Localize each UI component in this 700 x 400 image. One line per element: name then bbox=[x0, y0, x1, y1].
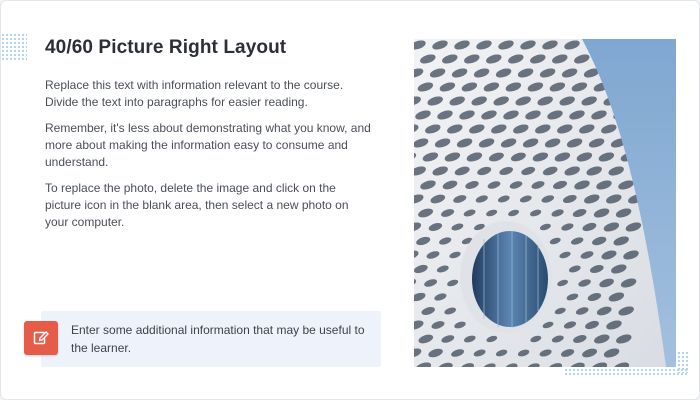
decorative-dot-pattern bbox=[1, 33, 27, 61]
edit-icon bbox=[24, 321, 58, 355]
building-facade-photo[interactable] bbox=[414, 39, 676, 367]
slide-card: 40/60 Picture Right Layout Replace this … bbox=[0, 0, 700, 400]
callout-text: Enter some additional information that m… bbox=[71, 323, 365, 355]
oculus-window bbox=[472, 231, 548, 327]
building-facade-image bbox=[414, 39, 676, 367]
paragraph-2: Remember, it's less about demonstrating … bbox=[45, 121, 371, 169]
edit-icon-glyph bbox=[33, 331, 49, 345]
decorative-dot-pattern-bottom bbox=[564, 368, 688, 376]
decorative-dot-pattern-right bbox=[677, 351, 689, 373]
paragraph-1: Replace this text with information relev… bbox=[45, 78, 344, 109]
paragraph-3: To replace the photo, delete the image a… bbox=[45, 181, 349, 229]
body-text: Replace this text with information relev… bbox=[45, 77, 375, 240]
page-title: 40/60 Picture Right Layout bbox=[45, 37, 287, 58]
